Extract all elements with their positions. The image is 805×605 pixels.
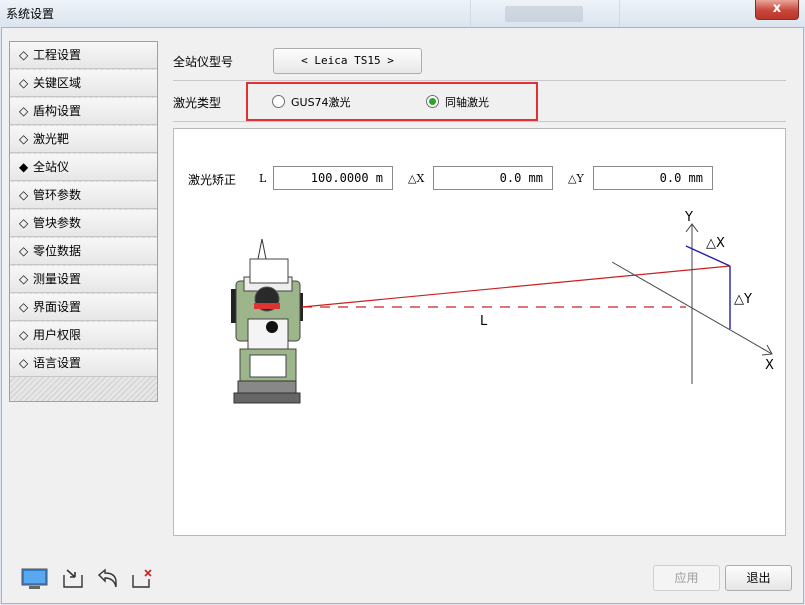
delta-y-label: △Y — [734, 292, 752, 307]
laser-beam-line — [301, 265, 731, 308]
sidebar-item-label: 全站仪 — [33, 160, 70, 174]
sidebar-item-ring-params[interactable]: ◇ 管环参数 — [10, 182, 157, 209]
sidebar-item-marker: ◇ — [19, 300, 29, 314]
sidebar-item-marker: ◇ — [19, 244, 29, 258]
laser-type-label: 激光类型 — [173, 96, 222, 110]
sidebar-item-label: 测量设置 — [33, 272, 82, 286]
sidebar-item-marker: ◇ — [19, 132, 29, 146]
sidebar-item-shield[interactable]: ◇ 盾构设置 — [10, 98, 157, 125]
divider — [173, 80, 786, 81]
laser-calibration-label: 激光矫正 — [188, 173, 237, 187]
laser-calibration-panel: Y X △X △Y L 激光矫正 L 100.0000 m △X 0.0 mm … — [173, 128, 786, 536]
sidebar-item-key-area[interactable]: ◇ 关键区域 — [10, 70, 157, 97]
total-station-icon — [231, 238, 303, 404]
radio-coaxial[interactable] — [426, 95, 439, 108]
sidebar-item-measure[interactable]: ◇ 测量设置 — [10, 266, 157, 293]
sidebar-item-marker: ◇ — [19, 328, 29, 342]
radio-gus74-label: GUS74激光 — [291, 96, 351, 109]
delete-icon[interactable] — [130, 567, 154, 589]
laser-type-highlight — [246, 82, 538, 121]
divider — [173, 121, 786, 122]
settings-sidebar: ◇ 工程设置 ◇ 关键区域 ◇ 盾构设置 ◇ 激光靶 ◆ 全站仪 ◇ 管环参数 ◇ 管块参数 … — [9, 41, 158, 402]
y-axis-label: Y — [684, 210, 693, 225]
sidebar-item-label: 管环参数 — [33, 188, 82, 202]
apply-button[interactable]: 应用 — [653, 565, 720, 591]
sidebar-item-label: 语言设置 — [33, 356, 82, 370]
sidebar-item-language[interactable]: ◇ 语言设置 — [10, 350, 157, 377]
sidebar-item-label: 工程设置 — [33, 48, 82, 62]
sidebar-item-marker: ◇ — [19, 104, 29, 118]
import-icon[interactable] — [61, 567, 85, 589]
dy-label: △Y — [568, 172, 584, 185]
sidebar-item-laser-target[interactable]: ◇ 激光靶 — [10, 126, 157, 153]
x-axis-label: X — [765, 358, 774, 373]
l-label: L — [259, 172, 267, 185]
sidebar-item-marker: ◇ — [19, 356, 29, 370]
close-icon: x — [772, 1, 782, 16]
sidebar-item-marker: ◇ — [19, 188, 29, 202]
dialog-client-area: ◇ 工程设置 ◇ 关键区域 ◇ 盾构设置 ◇ 激光靶 ◆ 全站仪 ◇ 管环参数 ◇ 管块参数 … — [1, 27, 804, 604]
sidebar-item-permissions[interactable]: ◇ 用户权限 — [10, 322, 157, 349]
close-button[interactable]: x — [755, 0, 799, 20]
sidebar-item-interface[interactable]: ◇ 界面设置 — [10, 294, 157, 321]
sidebar-item-marker: ◇ — [19, 48, 29, 62]
sidebar-item-marker: ◆ — [19, 160, 29, 174]
sidebar-item-marker: ◇ — [19, 76, 29, 90]
l-input[interactable]: 100.0000 m — [273, 166, 393, 190]
model-label: 全站仪型号 — [173, 55, 234, 69]
title-bar: 系统设置 x — [0, 0, 805, 27]
sidebar-item-label: 激光靶 — [33, 132, 70, 146]
dy-input[interactable]: 0.0 mm — [593, 166, 713, 190]
sidebar-item-segment-params[interactable]: ◇ 管块参数 — [10, 210, 157, 237]
exit-button[interactable]: 退出 — [725, 565, 792, 591]
sidebar-item-label: 盾构设置 — [33, 104, 82, 118]
window-title: 系统设置 — [6, 7, 55, 21]
delta-x-label: △X — [706, 236, 725, 251]
sidebar-item-marker: ◇ — [19, 216, 29, 230]
sidebar-item-label: 管块参数 — [33, 216, 82, 230]
radio-coaxial-label: 同轴激光 — [445, 96, 489, 109]
sidebar-item-label: 关键区域 — [33, 76, 82, 90]
sidebar-item-label: 界面设置 — [33, 300, 82, 314]
dx-input[interactable]: 0.0 mm — [433, 166, 553, 190]
dx-label: △X — [408, 172, 425, 185]
model-selector-button[interactable]: < Leica TS15 > — [273, 48, 422, 74]
background-window-fragment-label — [505, 6, 583, 22]
sidebar-item-zero-data[interactable]: ◇ 零位数据 — [10, 238, 157, 265]
sidebar-item-marker: ◇ — [19, 272, 29, 286]
sidebar-item-total-station[interactable]: ◆ 全站仪 — [10, 154, 157, 181]
sidebar-item-label: 零位数据 — [33, 244, 82, 258]
distance-label: L — [480, 314, 488, 329]
monitor-icon[interactable] — [21, 568, 49, 590]
radio-gus74[interactable] — [272, 95, 285, 108]
sidebar-item-project[interactable]: ◇ 工程设置 — [10, 42, 157, 69]
sidebar-item-label: 用户权限 — [33, 328, 82, 342]
undo-icon[interactable] — [96, 567, 120, 589]
